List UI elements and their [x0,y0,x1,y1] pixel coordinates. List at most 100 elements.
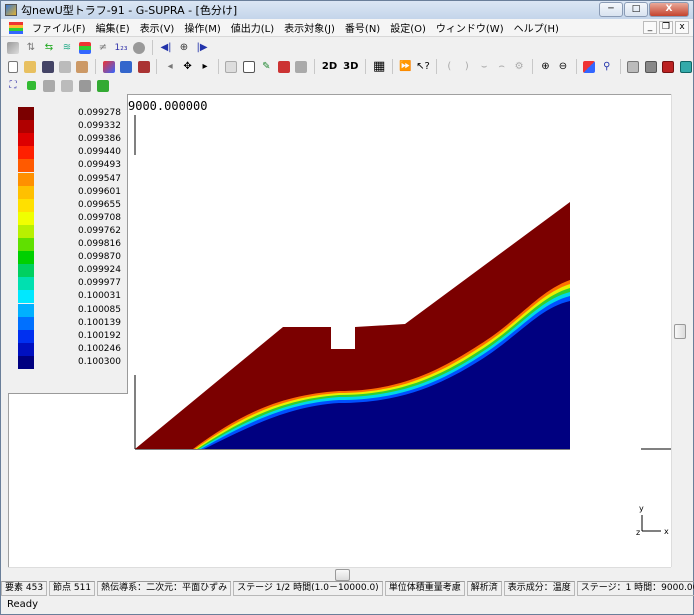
box-teal-icon[interactable] [678,59,693,75]
status-elements: 要素 453 [1,581,48,596]
ready-status: Ready [7,599,39,610]
twist-icon[interactable]: ⚙ [511,59,526,75]
pencil-icon[interactable]: ✎ [259,59,274,75]
curve-right-icon[interactable]: ) [459,59,474,75]
contour-fill-icon[interactable] [5,40,21,56]
maximize-button[interactable]: □ [624,2,648,17]
select-green-icon[interactable] [23,78,39,94]
legend-swatch [18,316,34,330]
next-step-icon[interactable]: |▶ [194,40,210,56]
legend-value: 0.099762 [78,225,121,236]
legend-value: 0.099655 [78,199,121,210]
pan-icon[interactable]: ✥ [180,59,195,75]
legend-swatch [18,224,34,238]
arrow-left-icon[interactable]: ◂ [162,59,177,75]
bend-down-icon[interactable]: ⌣ [477,59,492,75]
numbering-icon[interactable]: 1₂₃ [113,40,129,56]
layer-green-icon[interactable] [95,78,111,94]
mdi-close-button[interactable]: x [675,21,689,34]
legend-swatch [18,146,34,160]
toolbar-3: ⛶ [1,76,693,95]
box-red-icon[interactable] [660,59,675,75]
legend-swatch [18,290,34,304]
print-icon[interactable] [57,59,72,75]
menu-number[interactable]: 番号(N) [340,20,385,35]
export-icon[interactable] [75,59,90,75]
menu-settings[interactable]: 設定(O) [385,20,431,35]
box-gray-icon[interactable] [625,59,640,75]
wave-lines-icon[interactable]: ≋ [59,40,75,56]
mdi-minimize-button[interactable]: _ [643,21,657,34]
layer-gray2-icon[interactable] [59,78,75,94]
copy-icon[interactable] [224,59,239,75]
layer-gray3-icon[interactable] [77,78,93,94]
menu-file[interactable]: ファイル(F) [27,20,91,35]
legend-row: 0.099655 [18,198,123,212]
edit-icon[interactable] [241,59,256,75]
mesh-icon[interactable] [136,59,151,75]
menu-help[interactable]: ヘルプ(H) [509,20,564,35]
cube-icon[interactable] [101,59,116,75]
layer-gray-icon[interactable] [41,78,57,94]
zoom-in-icon[interactable]: ⊕ [538,59,553,75]
probe-icon[interactable]: ⚲ [599,59,614,75]
legend-row: 0.099870 [18,251,123,265]
rotate-icon[interactable] [119,59,134,75]
arrow-right-icon[interactable]: ▸ [197,59,212,75]
menu-view[interactable]: 表示(V) [135,20,180,35]
legend-row: 0.099762 [18,224,123,238]
legend-swatch [18,198,34,212]
legend-swatch [18,277,34,291]
legend-value: 0.099547 [78,173,121,184]
document-icon[interactable] [9,21,23,34]
view-3d-button[interactable]: 3D [341,61,360,72]
horizontal-scrollbar[interactable] [8,567,671,581]
legend-swatch [18,303,34,317]
axis-z-label: z [636,528,640,537]
zoom-out-icon[interactable]: ⊖ [555,59,570,75]
fast-forward-icon[interactable]: ⏩ [398,59,413,75]
app-icon[interactable] [5,4,17,16]
legend-value: 0.099278 [78,108,121,118]
axis-x-label: x [664,527,669,536]
save-icon[interactable] [40,59,55,75]
menu-display-target[interactable]: 表示対象(J) [279,20,340,35]
color-contour-icon[interactable] [77,40,93,56]
color-map-icon[interactable] [582,59,597,75]
vector-icon[interactable]: ≠ [95,40,111,56]
view-2d-button[interactable]: 2D [320,61,339,72]
bend-up-icon[interactable]: ⌢ [494,59,509,75]
legend-swatch [18,133,34,147]
arrows-vertical-icon[interactable]: ⇅ [23,40,39,56]
curve-left-icon[interactable]: ( [442,59,457,75]
node-link-icon[interactable]: ⛶ [5,78,21,94]
legend-value: 0.100246 [78,343,121,354]
legend-value: 0.099870 [78,252,121,263]
open-folder-icon[interactable] [22,59,37,75]
new-file-icon[interactable] [5,59,20,75]
title-bar: 勾newU型トラフ-91 - G-SUPRA - [色分け] ─ □ X [1,1,693,19]
mdi-restore-button[interactable]: ❐ [659,21,673,34]
legend-value: 0.100300 [78,356,121,367]
stop-icon[interactable] [293,59,308,75]
menu-output[interactable]: 値出力(L) [226,20,279,35]
play-icon[interactable]: ⊕ [176,40,192,56]
menu-operation[interactable]: 操作(M) [179,20,225,35]
legend-value: 0.099332 [78,121,121,132]
shape-icon[interactable] [131,40,147,56]
horizontal-scroll-thumb[interactable] [335,569,350,581]
color-legend: 0.099278 0.099332 0.099386 0.099440 0.099493… [8,94,128,394]
paint-icon[interactable] [276,59,291,75]
menu-edit[interactable]: 編集(E) [91,20,135,35]
close-button[interactable]: X [649,2,689,17]
grid-icon[interactable]: ▦ [371,59,386,75]
minimize-button[interactable]: ─ [599,2,623,17]
menu-window[interactable]: ウィンドウ(W) [431,20,509,35]
vertical-scroll-thumb[interactable] [674,324,686,339]
status-stage-time: ステージ 1/2 時間(1.0－10000.0) [233,581,383,596]
box-dark-icon[interactable] [643,59,658,75]
help-cursor-icon[interactable]: ↖? [415,59,430,75]
vertical-scrollbar[interactable] [671,94,688,567]
prev-step-icon[interactable]: ◀| [158,40,174,56]
arrows-horizontal-icon[interactable]: ⇆ [41,40,57,56]
